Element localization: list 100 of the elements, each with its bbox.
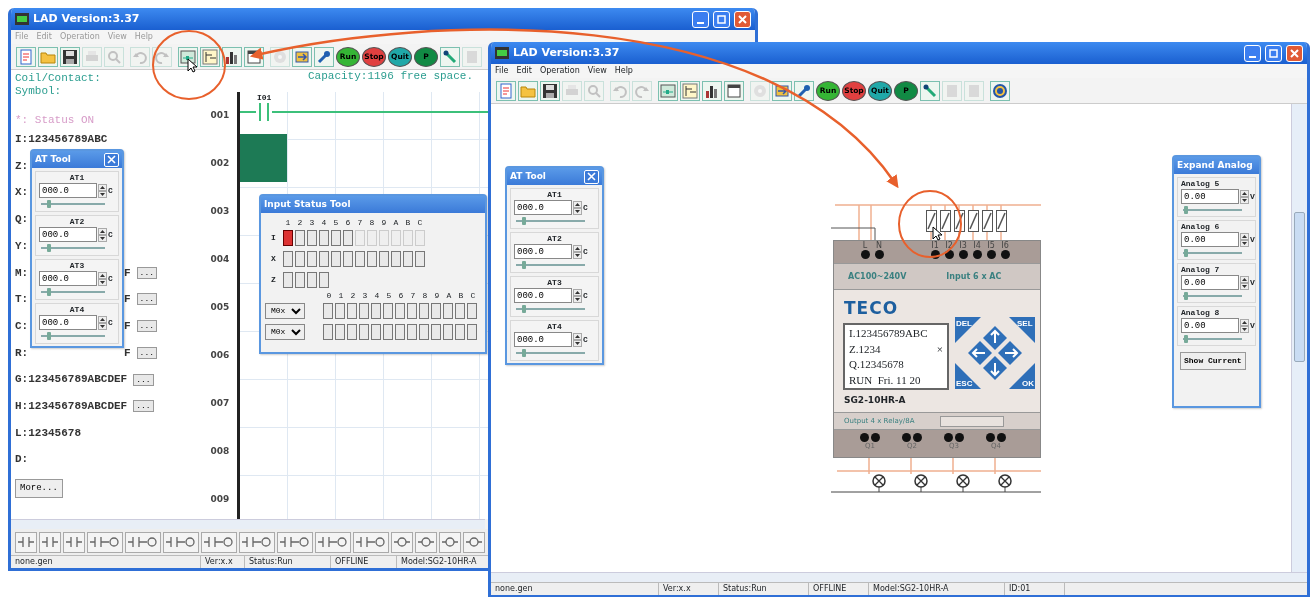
slider-thumb[interactable]	[46, 332, 51, 340]
input-checkbox[interactable]	[367, 250, 377, 267]
input-checkbox[interactable]	[295, 229, 305, 246]
input-checkbox[interactable]	[443, 302, 453, 319]
element-button[interactable]	[87, 531, 123, 553]
input-checkbox[interactable]	[443, 323, 453, 340]
input-checkbox[interactable]	[371, 323, 381, 340]
value-field[interactable]: 000.0	[39, 227, 97, 242]
keypad-key[interactable]: ESC	[955, 363, 981, 389]
element-button[interactable]	[439, 531, 461, 553]
element-button[interactable]	[315, 531, 351, 553]
input-checkbox[interactable]	[335, 302, 345, 319]
value-field[interactable]: 000.0	[39, 183, 97, 198]
input-checkbox[interactable]	[347, 302, 357, 319]
input-checkbox[interactable]	[395, 302, 405, 319]
close-button[interactable]	[1286, 44, 1303, 62]
input-switch-icon[interactable]	[996, 210, 1007, 232]
input-checkbox[interactable]	[319, 229, 329, 246]
element-button[interactable]	[353, 531, 389, 553]
element-button[interactable]	[39, 531, 61, 553]
input-checkbox[interactable]	[343, 250, 353, 267]
toolbar-button[interactable]	[794, 80, 814, 101]
input-switch-icon[interactable]	[940, 210, 951, 232]
element-button[interactable]	[163, 531, 199, 553]
menu-item[interactable]: Operation	[539, 65, 580, 77]
slider-thumb[interactable]	[1183, 206, 1188, 214]
register-select[interactable]: M0x	[265, 302, 305, 319]
input-checkbox[interactable]	[295, 271, 305, 288]
more-button[interactable]: ...	[136, 320, 157, 333]
element-button[interactable]	[15, 531, 37, 553]
close-button[interactable]	[734, 10, 751, 28]
value-field[interactable]: 000.0	[39, 271, 97, 286]
toolbar-button[interactable]	[222, 46, 242, 67]
toolbar-button[interactable]	[440, 46, 460, 67]
input-checkbox[interactable]	[455, 323, 465, 340]
element-button[interactable]	[63, 531, 85, 553]
maximize-button[interactable]	[713, 10, 730, 28]
slider-thumb[interactable]	[522, 305, 527, 313]
input-checkbox[interactable]	[319, 271, 329, 288]
input-checkbox[interactable]	[419, 323, 429, 340]
input-checkbox[interactable]	[383, 323, 393, 340]
more-button[interactable]: ...	[136, 266, 157, 279]
toolbar-button[interactable]	[60, 46, 80, 67]
close-button[interactable]	[104, 152, 119, 167]
value-field[interactable]: 0.00	[1181, 275, 1239, 290]
value-field[interactable]: 000.0	[514, 332, 572, 347]
input-checkbox[interactable]	[379, 250, 389, 267]
input-checkbox[interactable]	[383, 302, 393, 319]
toolbar-button[interactable]	[178, 46, 198, 67]
register-select[interactable]: M0x	[265, 323, 305, 340]
input-checkbox[interactable]	[403, 250, 413, 267]
minimize-button[interactable]	[1244, 44, 1261, 62]
input-checkbox[interactable]	[295, 250, 305, 267]
element-button[interactable]	[201, 531, 237, 553]
minimize-button[interactable]	[692, 10, 709, 28]
toolbar-button[interactable]	[314, 46, 334, 67]
keypad-key[interactable]: SEL	[1009, 317, 1035, 343]
value-field[interactable]: 0.00	[1181, 318, 1239, 333]
input-checkbox[interactable]	[359, 302, 369, 319]
element-button[interactable]	[125, 531, 161, 553]
element-button[interactable]	[415, 531, 437, 553]
element-button[interactable]	[239, 531, 275, 553]
input-checkbox[interactable]	[283, 229, 293, 246]
menu-item[interactable]: File	[495, 65, 509, 77]
value-field[interactable]: 000.0	[514, 200, 572, 215]
input-checkbox[interactable]	[323, 323, 333, 340]
menu-item[interactable]: View	[587, 65, 607, 77]
element-button[interactable]	[463, 531, 485, 553]
more-button[interactable]: More...	[15, 478, 63, 499]
input-checkbox[interactable]	[407, 323, 417, 340]
input-checkbox[interactable]	[319, 250, 329, 267]
input-checkbox[interactable]	[331, 250, 341, 267]
input-checkbox[interactable]	[343, 229, 353, 246]
slider-thumb[interactable]	[522, 217, 527, 225]
toolbar-button[interactable]	[990, 80, 1010, 101]
more-button[interactable]: ...	[136, 346, 157, 359]
menu-item[interactable]: Edit	[516, 65, 532, 77]
slider-thumb[interactable]	[46, 288, 51, 296]
more-button[interactable]: ...	[136, 293, 157, 306]
vertical-scrollbar[interactable]	[1291, 104, 1307, 572]
arrow-key[interactable]	[968, 341, 992, 365]
slider-thumb[interactable]	[522, 261, 527, 269]
more-button[interactable]: ...	[133, 373, 154, 386]
slider-thumb[interactable]	[46, 200, 51, 208]
input-checkbox[interactable]	[307, 229, 317, 246]
toolbar-button[interactable]	[702, 80, 722, 101]
input-switch-icon[interactable]	[968, 210, 979, 232]
input-checkbox[interactable]	[391, 250, 401, 267]
value-field[interactable]: 000.0	[39, 315, 97, 330]
scroll-thumb[interactable]	[1294, 212, 1305, 362]
input-checkbox[interactable]	[407, 302, 417, 319]
more-button[interactable]: ...	[133, 400, 154, 413]
input-checkbox[interactable]	[307, 250, 317, 267]
maximize-button[interactable]	[1265, 44, 1282, 62]
toolbar-button[interactable]	[540, 80, 560, 101]
input-checkbox[interactable]	[455, 302, 465, 319]
input-checkbox[interactable]	[283, 250, 293, 267]
input-checkbox[interactable]	[307, 271, 317, 288]
input-checkbox[interactable]	[331, 229, 341, 246]
input-checkbox[interactable]	[371, 302, 381, 319]
